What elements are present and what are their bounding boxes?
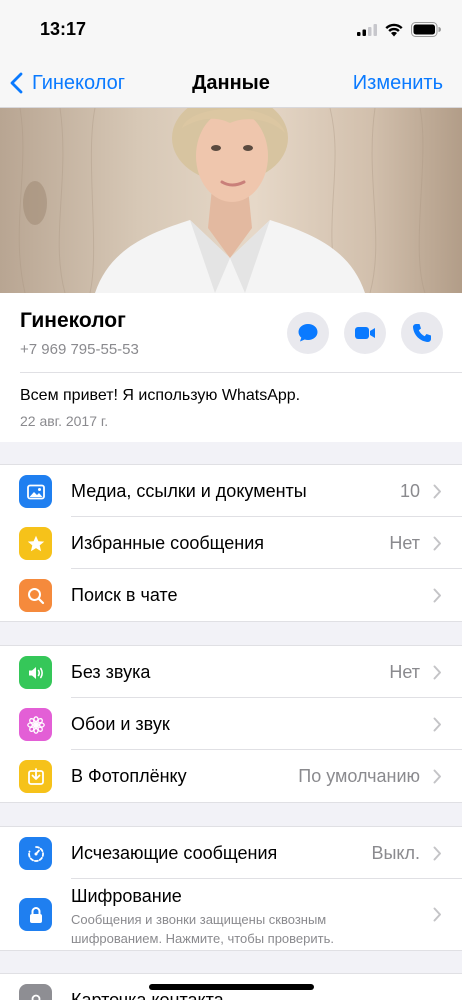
media-group: Медиа, ссылки и документы 10 Избранные с…	[0, 464, 462, 622]
back-label: Гинеколог	[32, 71, 126, 94]
about-section: Всем привет! Я использую WhatsApp. 22 ав…	[20, 372, 462, 442]
chevron-right-icon	[433, 536, 441, 551]
signal-icon	[357, 24, 377, 36]
row-starred-messages[interactable]: Избранные сообщения Нет	[0, 517, 462, 569]
row-wallpaper-sound[interactable]: Обои и звук	[0, 698, 462, 750]
contact-name: Гинеколог	[20, 309, 126, 332]
settings-group: Без звука Нет Обои и звук В Фотоплёнку П…	[0, 645, 462, 803]
home-indicator	[149, 984, 314, 990]
row-label: Исчезающие сообщения	[71, 843, 278, 863]
voice-call-icon	[413, 324, 431, 342]
nav-bar: Гинеколог Данные Изменить	[0, 58, 462, 108]
row-media-links-docs[interactable]: Медиа, ссылки и документы 10	[0, 465, 462, 517]
row-mute[interactable]: Без звука Нет	[0, 646, 462, 698]
row-label: В Фотоплёнку	[71, 766, 187, 786]
lock-icon	[19, 898, 52, 931]
row-value: Нет	[389, 533, 420, 553]
edit-button[interactable]: Изменить	[353, 58, 443, 108]
photo-icon	[19, 475, 52, 508]
row-value: Нет	[389, 662, 420, 682]
status-bar: 13:17	[0, 0, 462, 58]
chevron-right-icon	[433, 717, 441, 732]
row-label: Поиск в чате	[71, 585, 178, 605]
battery-icon	[411, 22, 441, 37]
flower-icon	[19, 708, 52, 741]
message-button[interactable]	[287, 312, 329, 354]
speaker-icon	[19, 656, 52, 689]
privacy-group: Исчезающие сообщения Выкл. Шифрование Со…	[0, 826, 462, 951]
row-label: Без звука	[71, 662, 151, 682]
video-call-button[interactable]	[344, 312, 386, 354]
row-label: Медиа, ссылки и документы	[71, 481, 307, 501]
status-time: 13:17	[40, 19, 87, 39]
row-disappearing-messages[interactable]: Исчезающие сообщения Выкл.	[0, 827, 462, 879]
chevron-right-icon	[433, 665, 441, 680]
about-date: 22 авг. 2017 г.	[20, 413, 109, 429]
contact-info-section: Гинеколог +7 969 795-55-53 Всем привет! …	[0, 293, 462, 442]
profile-photo-image	[18, 108, 426, 293]
row-value: 10	[399, 481, 420, 501]
chevron-right-icon	[433, 588, 441, 603]
contact-card-icon	[19, 984, 52, 1000]
search-icon	[19, 579, 52, 612]
voice-call-button[interactable]	[401, 312, 443, 354]
row-value: Выкл.	[371, 843, 420, 863]
about-text: Всем привет! Я использую WhatsApp.	[20, 387, 301, 404]
row-label: Избранные сообщения	[71, 533, 265, 553]
row-save-to-camera-roll[interactable]: В Фотоплёнку По умолчанию	[0, 750, 462, 802]
chevron-right-icon	[433, 484, 441, 499]
profile-photo[interactable]	[0, 108, 462, 293]
contact-phone[interactable]: +7 969 795-55-53	[20, 341, 139, 358]
chevron-right-icon	[433, 907, 441, 922]
row-subtitle: Сообщения и звонки защищены сквозным шиф…	[71, 912, 334, 946]
row-label: Шифрование	[71, 886, 182, 906]
message-icon	[298, 324, 318, 342]
star-icon	[19, 527, 52, 560]
video-call-icon	[355, 327, 375, 339]
chevron-right-icon	[433, 846, 441, 861]
chevron-left-icon	[10, 72, 23, 94]
row-value: По умолчанию	[298, 766, 420, 786]
chevron-right-icon	[433, 769, 441, 784]
row-encryption[interactable]: Шифрование Сообщения и звонки защищены с…	[0, 879, 462, 950]
row-search-in-chat[interactable]: Поиск в чате	[0, 569, 462, 621]
timer-icon	[19, 837, 52, 870]
wifi-icon	[385, 23, 403, 37]
save-to-photos-icon	[19, 760, 52, 793]
row-label: Обои и звук	[71, 714, 170, 734]
back-button[interactable]: Гинеколог	[8, 58, 125, 108]
